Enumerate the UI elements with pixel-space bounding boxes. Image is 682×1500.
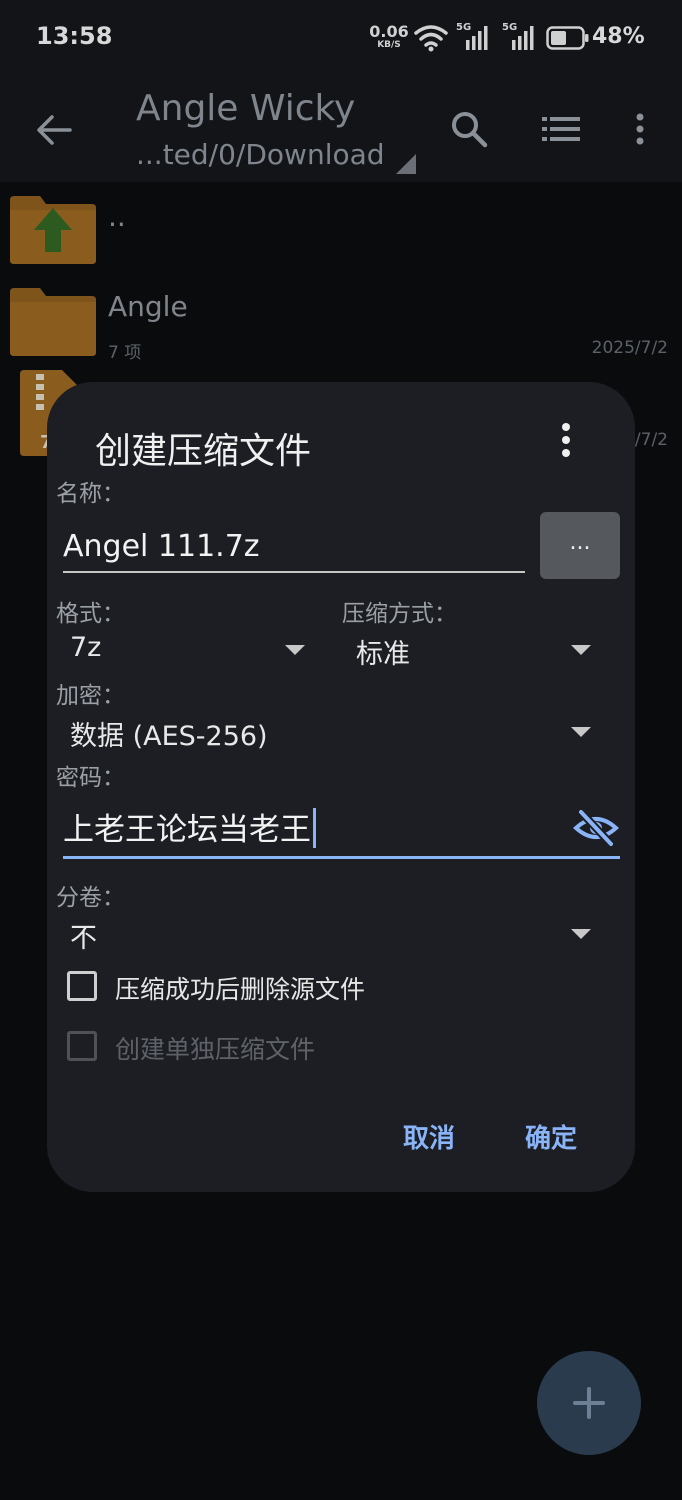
cancel-button[interactable]: 取消 <box>403 1118 455 1155</box>
search-button[interactable] <box>444 104 494 154</box>
wifi-icon <box>414 25 448 52</box>
back-button[interactable] <box>30 108 78 152</box>
network-speed-unit: KB/S <box>377 40 401 50</box>
signal-5g-icon-2: 5G <box>502 22 536 50</box>
password-input[interactable]: 上老王论坛当老王 <box>47 792 627 860</box>
name-underline <box>63 571 525 573</box>
dialog-menu-button[interactable] <box>549 420 583 460</box>
password-underline <box>63 856 620 859</box>
signal-bars-icon <box>466 26 488 50</box>
signal-bars-icon-2 <box>512 26 534 50</box>
list-item-parent[interactable]: .. <box>0 190 682 268</box>
list-item-name: Angle <box>108 290 188 323</box>
split-select[interactable]: 不 <box>56 912 602 956</box>
create-archive-dialog: 创建压缩文件 名称： ... 格式： 7z 压缩方式： 标准 加密： 数据 (A… <box>47 382 635 1192</box>
more-vert-icon <box>562 423 570 457</box>
split-value: 不 <box>70 923 97 954</box>
ok-button[interactable]: 确定 <box>525 1118 577 1155</box>
arrow-back-icon <box>37 115 72 145</box>
list-item-date: /7/2 <box>634 430 668 450</box>
more-vert-icon <box>636 113 644 145</box>
password-value: 上老王论坛当老王 <box>63 812 311 848</box>
browse-button[interactable]: ... <box>540 512 620 579</box>
encryption-label: 加密： <box>56 683 125 709</box>
folder-icon <box>10 288 96 356</box>
format-select[interactable]: 7z <box>56 628 308 672</box>
list-item-name: .. <box>108 200 126 233</box>
encryption-dropdown-icon <box>571 727 591 737</box>
path-dropdown-icon[interactable] <box>396 154 416 174</box>
network-speed: 0.06 KB/S <box>368 24 410 50</box>
top-bar: 13:58 0.06 KB/S 5G 5G 48% Angle Wicky ..… <box>0 0 682 182</box>
network-speed-value: 0.06 <box>369 22 409 41</box>
text-cursor <box>313 808 316 848</box>
split-label: 分卷： <box>56 885 125 911</box>
folder-up-icon <box>10 196 96 264</box>
search-icon <box>452 112 488 148</box>
list-item-date: 2025/7/2 <box>591 338 668 358</box>
battery-percent: 48% <box>592 24 645 49</box>
format-dropdown-icon <box>285 645 305 655</box>
separate-archive-label: 创建单独压缩文件 <box>115 1035 316 1064</box>
status-time: 13:58 <box>36 22 113 50</box>
signal-5g-icon: 5G <box>456 22 490 50</box>
delete-source-option[interactable]: 压缩成功后删除源文件 <box>67 968 427 1008</box>
visibility-off-icon[interactable] <box>573 808 619 848</box>
status-bar: 13:58 0.06 KB/S 5G 5G 48% <box>0 0 682 76</box>
list-view-icon <box>542 117 580 141</box>
plus-icon <box>573 1387 605 1419</box>
method-value: 标准 <box>356 639 410 670</box>
separate-archive-checkbox <box>67 1031 97 1061</box>
password-label: 密码： <box>56 765 125 791</box>
dialog-title: 创建压缩文件 <box>95 431 312 472</box>
overflow-menu-button[interactable] <box>616 104 664 154</box>
method-select[interactable]: 标准 <box>342 628 602 672</box>
add-fab-button[interactable] <box>537 1351 641 1455</box>
delete-source-label: 压缩成功后删除源文件 <box>115 975 366 1004</box>
delete-source-checkbox[interactable] <box>67 971 97 1001</box>
split-dropdown-icon <box>571 929 591 939</box>
battery-icon <box>546 26 589 50</box>
app-title: Angle Wicky <box>136 88 356 129</box>
list-item-folder[interactable]: Angle 7 项 2025/7/2 <box>0 284 682 366</box>
archive-name-input[interactable] <box>63 524 525 568</box>
view-mode-button[interactable] <box>536 104 586 154</box>
format-label: 格式： <box>56 601 125 627</box>
encryption-select[interactable]: 数据 (AES-256) <box>56 710 602 754</box>
list-item-count: 7 项 <box>108 343 142 363</box>
name-label: 名称： <box>56 481 125 507</box>
current-path[interactable]: ...ted/0/Download <box>136 138 385 171</box>
method-dropdown-icon <box>571 645 591 655</box>
password-text: 上老王论坛当老王 <box>63 804 316 849</box>
format-value: 7z <box>70 632 102 663</box>
encryption-value: 数据 (AES-256) <box>70 721 268 752</box>
separate-archive-option: 创建单独压缩文件 <box>67 1028 427 1068</box>
method-label: 压缩方式： <box>342 601 457 627</box>
